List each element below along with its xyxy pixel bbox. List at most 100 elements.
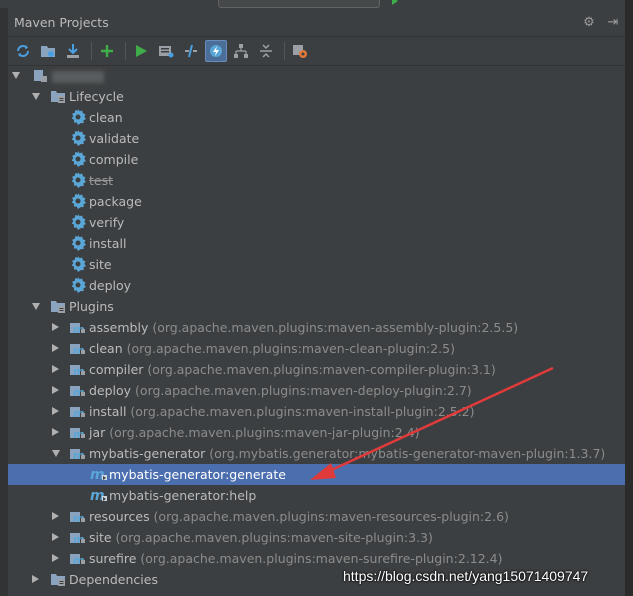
collapsed-arrow-icon[interactable] xyxy=(52,386,59,394)
tree-plugin-deploy[interactable]: m deploy (org.apache.maven.plugins:maven-… xyxy=(8,380,625,401)
tree-plugins[interactable]: Plugins xyxy=(8,296,625,317)
tree-item-text: resources xyxy=(89,509,150,524)
run-icon[interactable] xyxy=(392,0,398,5)
collapsed-arrow-icon[interactable] xyxy=(52,323,59,331)
show-dependencies-icon[interactable] xyxy=(230,40,252,62)
maven-plugin-icon: m xyxy=(70,319,86,336)
plugins-folder-icon xyxy=(50,298,66,315)
lifecycle-folder-icon xyxy=(50,88,66,105)
maven-goal-icon: m xyxy=(90,466,107,483)
tree-lifecycle-goal-clean[interactable]: clean xyxy=(8,107,625,128)
tree-item-label: test xyxy=(89,170,113,191)
tree-item-text: assembly xyxy=(89,320,149,335)
download-icon[interactable] xyxy=(62,40,84,62)
tree-lifecycle[interactable]: Lifecycle xyxy=(8,86,625,107)
tree-plugin-assembly[interactable]: m assembly (org.apache.maven.plugins:mave… xyxy=(8,317,625,338)
tree-plugin-surefire[interactable]: m surefire (org.apache.maven.plugins:mave… xyxy=(8,548,625,569)
gear-icon xyxy=(70,256,86,273)
tree-lifecycle-goal-package[interactable]: package xyxy=(8,191,625,212)
plugin-coordinates: (org.apache.maven.plugins:maven-assembly… xyxy=(148,320,519,335)
expanded-arrow-icon[interactable] xyxy=(52,450,60,457)
collapsed-arrow-icon[interactable] xyxy=(52,428,59,436)
tree-plugin-install[interactable]: m install (org.apache.maven.plugins:maven… xyxy=(8,401,625,422)
dependencies-folder-icon xyxy=(50,571,66,588)
tree-plugin-site[interactable]: m site (org.apache.maven.plugins:maven-si… xyxy=(8,527,625,548)
plugin-coordinates: (org.apache.maven.plugins:maven-site-plu… xyxy=(111,530,433,545)
tree-lifecycle-goal-deploy[interactable]: deploy xyxy=(8,275,625,296)
tree-item-label: deploy (org.apache.maven.plugins:maven-d… xyxy=(89,380,472,401)
gear-icon[interactable]: ⚙ xyxy=(577,15,601,30)
tree-item-text: mybatis-generator:help xyxy=(109,488,257,503)
tree-item-text: Dependencies xyxy=(69,572,158,587)
tree-item-label: package xyxy=(89,191,142,212)
tree-item-text: compile xyxy=(89,152,139,167)
toolbar-separator xyxy=(284,42,285,60)
tree-lifecycle-goal-compile[interactable]: compile xyxy=(8,149,625,170)
tree-plugin-clean[interactable]: m clean (org.apache.maven.plugins:maven-c… xyxy=(8,338,625,359)
settings-icon[interactable] xyxy=(289,40,311,62)
gear-icon xyxy=(70,235,86,252)
tree-item-label: site (org.apache.maven.plugins:maven-sit… xyxy=(89,527,433,548)
tree-plugin-jar[interactable]: m jar (org.apache.maven.plugins:maven-jar… xyxy=(8,422,625,443)
tree-plugin-goal-mybatis-generator-generate[interactable]: m mybatis-generator:generate xyxy=(8,464,625,485)
run-config-selector[interactable] xyxy=(218,0,380,8)
maven-toolbar xyxy=(8,37,625,66)
expanded-arrow-icon[interactable] xyxy=(32,303,40,310)
maven-tree: Lifecycle clean validate compile test package… xyxy=(8,65,625,590)
tree-item-label xyxy=(52,65,104,86)
generate-sources-icon[interactable] xyxy=(37,40,59,62)
tree-plugin-goal-mybatis-generator-help[interactable]: m mybatis-generator:help xyxy=(8,485,625,506)
tree-item-label: Lifecycle xyxy=(69,86,124,107)
tree-item-text: jar xyxy=(89,425,106,440)
tree-project-root[interactable] xyxy=(8,65,625,86)
add-icon[interactable] xyxy=(96,40,118,62)
collapsed-arrow-icon[interactable] xyxy=(52,533,59,541)
tree-item-text: verify xyxy=(89,215,125,230)
watermark: https://blog.csdn.net/yang15071409747 xyxy=(343,568,589,584)
tree-lifecycle-goal-install[interactable]: install xyxy=(8,233,625,254)
tree-item-label: mybatis-generator:help xyxy=(109,485,256,506)
tree-plugin-compiler[interactable]: m compiler (org.apache.maven.plugins:mave… xyxy=(8,359,625,380)
collapsed-arrow-icon[interactable] xyxy=(52,512,59,520)
tree-item-text: test xyxy=(89,173,114,188)
tree-lifecycle-goal-site[interactable]: site xyxy=(8,254,625,275)
skip-tests-icon[interactable] xyxy=(205,40,227,62)
collapsed-arrow-icon[interactable] xyxy=(52,365,59,373)
tree-item-text: deploy xyxy=(89,383,132,398)
reimport-icon[interactable] xyxy=(12,40,34,62)
hide-panel-icon[interactable]: ⇥ xyxy=(601,15,625,30)
gear-icon xyxy=(70,151,86,168)
tree-plugin-mybatis-generator[interactable]: m mybatis-generator (org.mybatis.generato… xyxy=(8,443,625,464)
collapsed-arrow-icon[interactable] xyxy=(32,575,39,583)
collapsed-arrow-icon[interactable] xyxy=(52,344,59,352)
plugin-coordinates: (org.apache.maven.plugins:maven-resource… xyxy=(149,509,509,524)
collapse-all-icon[interactable] xyxy=(255,40,277,62)
tree-lifecycle-goal-verify[interactable]: verify xyxy=(8,212,625,233)
tree-item-label: surefire (org.apache.maven.plugins:maven… xyxy=(89,548,502,569)
maven-projects-panel: Maven Projects ⚙ ⇥ Lifecycle clean valid… xyxy=(8,8,625,596)
run-icon[interactable] xyxy=(130,40,152,62)
tree-item-text: mybatis-generator xyxy=(89,446,206,461)
maven-plugin-icon: m xyxy=(70,550,86,567)
tree-item-text: deploy xyxy=(89,278,132,293)
redacted-project-name xyxy=(52,70,104,83)
tree-item-label: clean (org.apache.maven.plugins:maven-cl… xyxy=(89,338,455,359)
tree-item-label: Dependencies xyxy=(69,569,158,590)
expanded-arrow-icon[interactable] xyxy=(12,72,20,79)
tree-plugin-resources[interactable]: m resources (org.apache.maven.plugins:mav… xyxy=(8,506,625,527)
panel-title: Maven Projects xyxy=(14,14,109,30)
tree-item-label: install (org.apache.maven.plugins:maven-… xyxy=(89,401,475,422)
tree-item-text: install xyxy=(89,404,127,419)
toggle-offline-icon[interactable] xyxy=(180,40,202,62)
execute-goal-icon[interactable] xyxy=(155,40,177,62)
tree-lifecycle-goal-validate[interactable]: validate xyxy=(8,128,625,149)
maven-project-icon xyxy=(32,67,48,84)
left-editor-edge xyxy=(0,8,8,596)
tree-lifecycle-goal-test[interactable]: test xyxy=(8,170,625,191)
maven-plugin-icon: m xyxy=(70,382,86,399)
collapsed-arrow-icon[interactable] xyxy=(52,554,59,562)
tree-item-text: site xyxy=(89,257,112,272)
expanded-arrow-icon[interactable] xyxy=(32,93,40,100)
collapsed-arrow-icon[interactable] xyxy=(52,407,59,415)
gear-icon xyxy=(70,130,86,147)
